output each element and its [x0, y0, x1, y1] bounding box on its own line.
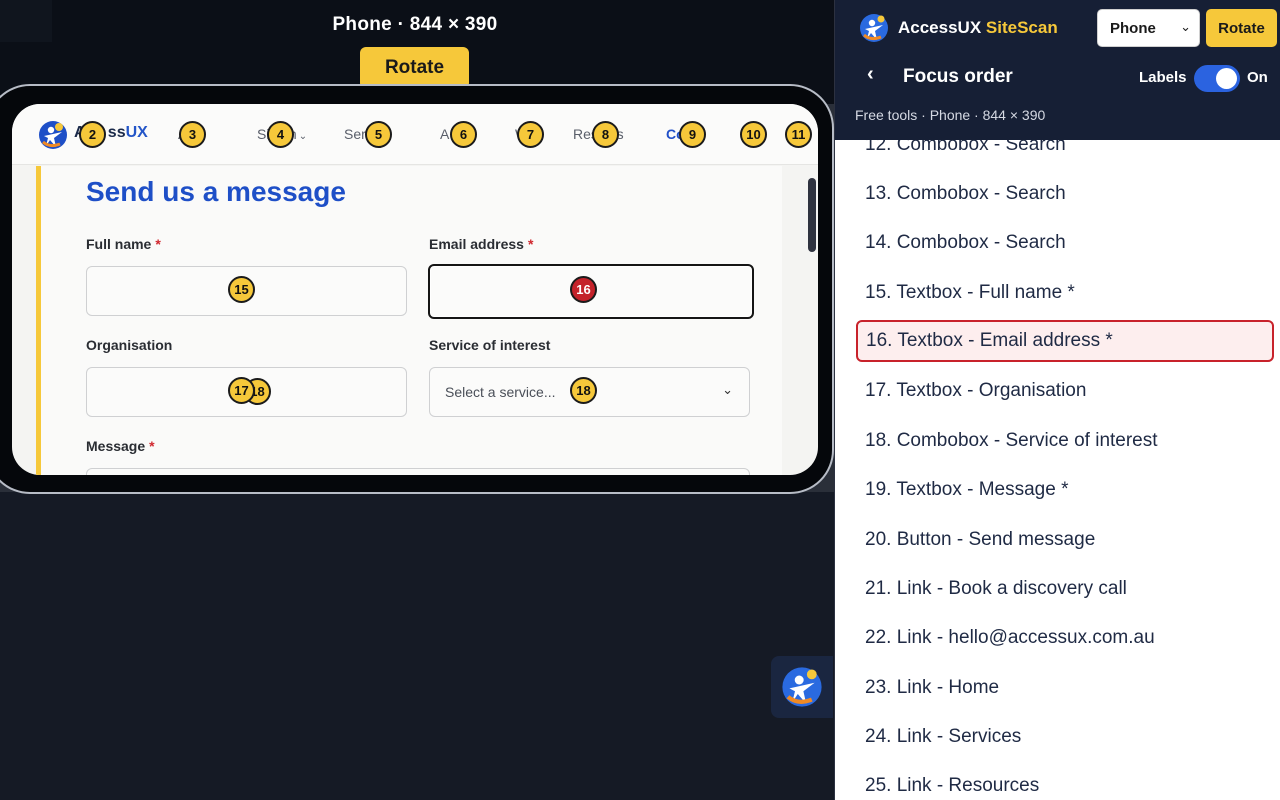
focus-badge: 11	[785, 121, 812, 148]
focus-badge: 3	[179, 121, 206, 148]
focus-list-item[interactable]: 21. Link - Book a discovery call	[856, 568, 1274, 610]
back-chevron-icon[interactable]: ‹	[867, 63, 874, 86]
focus-list-item[interactable]: 15. Textbox - Full name *	[856, 272, 1274, 314]
accessux-logo-icon	[860, 14, 888, 42]
focus-list-item[interactable]: 12. Combobox - Search	[856, 140, 1274, 166]
page-scrollbar[interactable]	[808, 178, 816, 252]
service-label: Service of interest	[429, 337, 551, 353]
focus-list-item[interactable]: 24. Link - Services	[856, 716, 1274, 758]
labels-toggle-state: On	[1247, 69, 1268, 86]
focus-badge: 9	[679, 121, 706, 148]
site-header: Acc ssUX Ab⌄ Site m⌄ Ser s⌄ A es W Res c…	[12, 104, 818, 165]
focus-list-item[interactable]: 18. Combobox - Service of interest	[856, 420, 1274, 462]
organisation-label: Organisation	[86, 337, 173, 353]
phone-screen: Acc ssUX Ab⌄ Site m⌄ Ser s⌄ A es W Res c…	[12, 104, 818, 475]
focus-list-item[interactable]: 20. Button - Send message	[856, 519, 1274, 561]
focus-badge: 5	[365, 121, 392, 148]
focus-list-item[interactable]: 25. Link - Resources	[856, 765, 1274, 800]
focus-badge-current: 16	[570, 276, 597, 303]
focus-list-item[interactable]: 14. Combobox - Search	[856, 222, 1274, 264]
focus-badge: 10	[740, 121, 767, 148]
focus-list-item[interactable]: 13. Combobox - Search	[856, 173, 1274, 215]
chevron-down-icon: ⌄	[298, 131, 308, 142]
rotate-button[interactable]: Rotate	[360, 47, 469, 89]
focus-list-item[interactable]: 22. Link - hello@accessux.com.au	[856, 617, 1274, 659]
panel-brand: AccessUX SiteScan	[898, 18, 1058, 37]
labels-toggle[interactable]	[1194, 65, 1240, 92]
labels-toggle-label: Labels	[1139, 69, 1187, 86]
focus-list-item-current[interactable]: 16. Textbox - Email address *	[856, 320, 1274, 362]
panel-subtitle: Free tools · Phone · 844 × 390	[855, 107, 1046, 123]
focus-badge: 17	[228, 377, 255, 404]
focus-badge: 4	[267, 121, 294, 148]
chevron-down-icon: ⌄	[1180, 19, 1191, 34]
focus-badge: 2	[79, 121, 106, 148]
required-mark: *	[527, 236, 534, 252]
focus-list-item[interactable]: 23. Link - Home	[856, 667, 1274, 709]
focus-badge: 15	[228, 276, 255, 303]
email-label: Email address *	[429, 236, 534, 252]
panel-title: Focus order	[903, 66, 1013, 87]
form-title: Send us a message	[86, 176, 346, 207]
floating-assistant-button[interactable]	[771, 656, 833, 718]
toggle-knob	[1216, 68, 1237, 89]
preview-stage: Phone · 844 × 390 Rotate Acc ssUX Ab⌄ Si…	[0, 0, 834, 800]
full-name-label: Full name *	[86, 236, 161, 252]
focus-list-item[interactable]: 19. Textbox - Message *	[856, 469, 1274, 511]
focus-badge: 6	[450, 121, 477, 148]
focus-badge: 18	[570, 377, 597, 404]
accessux-logo-icon[interactable]	[38, 120, 68, 150]
device-select[interactable]: Phone ⌄	[1097, 9, 1200, 47]
chevron-down-icon: ⌄	[722, 382, 733, 397]
message-textarea[interactable]	[86, 468, 750, 475]
focus-badge: 8	[592, 121, 619, 148]
device-size-label: Phone · 844 × 390	[332, 14, 498, 35]
contact-form-section: Send us a message Full name * Email addre…	[36, 166, 782, 475]
service-select-value: Select a service...	[445, 384, 556, 400]
focus-order-list: 12. Combobox - Search 13. Combobox - Sea…	[835, 140, 1280, 800]
message-label: Message *	[86, 438, 155, 454]
panel-header: AccessUX SiteScan Phone ⌄ Rotate ‹ Focus…	[835, 0, 1280, 140]
focus-badge: 7	[517, 121, 544, 148]
focus-list-item[interactable]: 17. Textbox - Organisation	[856, 370, 1274, 412]
panel-rotate-button[interactable]: Rotate	[1206, 9, 1277, 47]
device-select-value: Phone	[1110, 20, 1156, 37]
required-mark: *	[155, 236, 161, 252]
sitescan-panel: AccessUX SiteScan Phone ⌄ Rotate ‹ Focus…	[834, 0, 1280, 800]
required-mark: *	[149, 438, 155, 454]
accessux-logo-icon	[782, 667, 822, 707]
